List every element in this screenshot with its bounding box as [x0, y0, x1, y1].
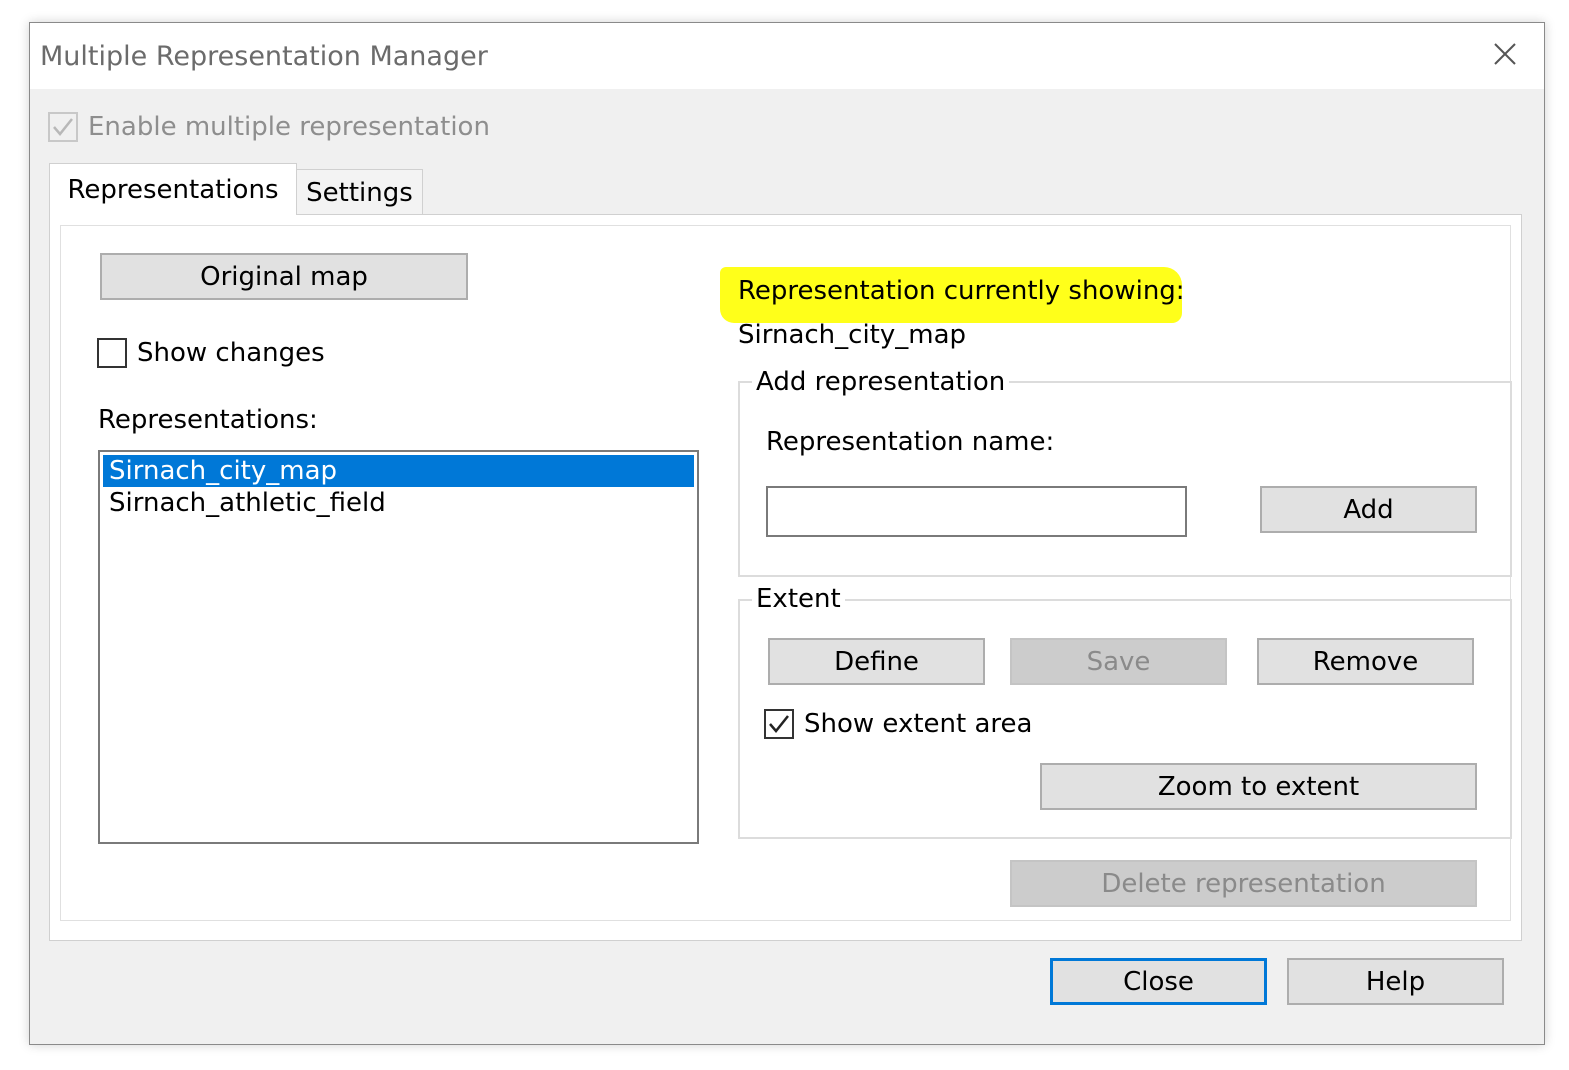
delete-representation-button[interactable]: Delete representation [1010, 860, 1477, 907]
show-extent-checkbox-box[interactable] [764, 709, 794, 739]
extent-legend: Extent [752, 584, 845, 614]
show-changes-checkbox-box[interactable] [97, 338, 127, 368]
save-button[interactable]: Save [1010, 638, 1227, 685]
title-bar: Multiple Representation Manager [30, 23, 1544, 89]
close-icon[interactable] [1490, 39, 1520, 69]
checkmark-icon [769, 715, 789, 733]
list-item[interactable]: Sirnach_city_map [103, 455, 694, 487]
tab-representations[interactable]: Representations [49, 163, 297, 215]
enable-multiple-representation-checkbox[interactable]: Enable multiple representation [48, 110, 490, 144]
dialog-window: Multiple Representation Manager Enable m… [29, 22, 1545, 1045]
tab-settings[interactable]: Settings [297, 169, 423, 215]
help-button[interactable]: Help [1287, 958, 1504, 1005]
original-map-button[interactable]: Original map [100, 253, 468, 300]
representations-label: Representations: [98, 405, 318, 435]
zoom-to-extent-button[interactable]: Zoom to extent [1040, 763, 1477, 810]
enable-checkbox-label: Enable multiple representation [88, 112, 490, 142]
define-button[interactable]: Define [768, 638, 985, 685]
remove-button[interactable]: Remove [1257, 638, 1474, 685]
window-title: Multiple Representation Manager [40, 41, 488, 72]
show-changes-label: Show changes [137, 338, 325, 368]
list-item[interactable]: Sirnach_athletic_field [103, 487, 694, 519]
show-extent-area-label: Show extent area [804, 709, 1033, 739]
add-button[interactable]: Add [1260, 486, 1477, 533]
current-representation-heading: Representation currently showing: [738, 276, 1185, 306]
add-representation-group [738, 381, 1512, 577]
representation-name-label: Representation name: [766, 427, 1055, 457]
show-extent-area-checkbox[interactable]: Show extent area [764, 707, 1032, 741]
representation-name-input[interactable] [766, 486, 1187, 537]
show-changes-checkbox[interactable]: Show changes [97, 336, 325, 370]
add-representation-legend: Add representation [752, 367, 1010, 397]
close-button[interactable]: Close [1050, 958, 1267, 1005]
checkmark-icon [53, 118, 73, 136]
representations-listbox[interactable]: Sirnach_city_map Sirnach_athletic_field [98, 450, 699, 844]
current-representation-value: Sirnach_city_map [738, 320, 967, 350]
enable-checkbox-box[interactable] [48, 112, 78, 142]
